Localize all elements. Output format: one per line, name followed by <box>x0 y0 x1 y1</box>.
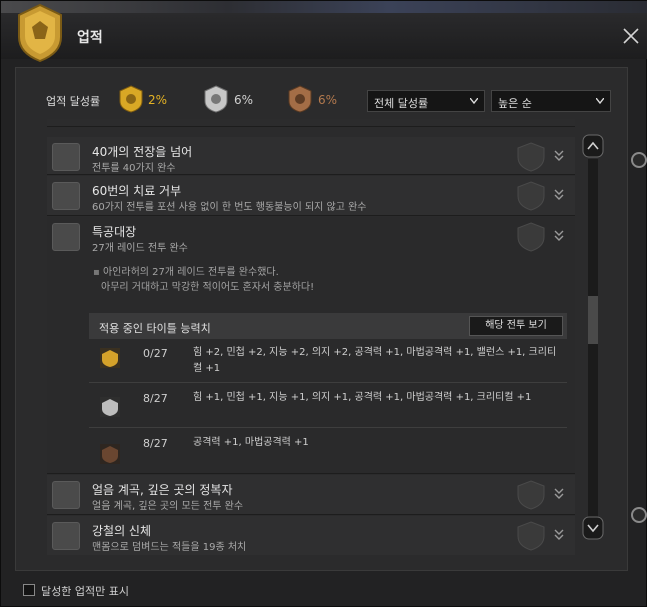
close-icon[interactable] <box>620 25 642 47</box>
filter-select-value: 전체 달성률 <box>374 97 429 110</box>
view-battle-button[interactable]: 해당 전투 보기 <box>469 316 563 336</box>
achievement-title: 특공대장 <box>92 225 137 239</box>
bronze-tier-icon <box>100 444 120 464</box>
achievement-title: 강철의 신체 <box>92 524 152 538</box>
achievement-badge-icon <box>52 481 80 509</box>
achieved-only-label: 달성한 업적만 표시 <box>41 585 129 598</box>
empty-shield-icon <box>517 142 545 172</box>
chevron-down-icon <box>470 98 478 104</box>
expand-chevron-icon[interactable] <box>553 528 565 542</box>
tier-progress: 8/27 <box>143 437 168 450</box>
side-handle-icon <box>631 152 647 168</box>
tier-progress: 0/27 <box>143 347 168 360</box>
title-tier-row: 8/27 공격력 +1, 마법공격력 +1 <box>89 429 567 473</box>
achievement-subtitle: 60가지 전투를 포션 사용 없이 한 번도 행동불능이 되지 않고 완수 <box>92 202 367 213</box>
silver-percent: 6% <box>234 93 254 107</box>
scroll-down-icon[interactable] <box>581 515 605 541</box>
tier-stats: 힘 +2, 민첩 +2, 지능 +2, 의지 +2, 공격력 +1, 마법공격력… <box>193 347 557 374</box>
achievement-badge-icon <box>52 182 80 210</box>
list-item[interactable]: 강철의 신체 맨몸으로 덤벼드는 적들을 19종 처치 <box>47 516 575 555</box>
achievement-subtitle: 27개 레이드 전투 완수 <box>92 243 188 254</box>
achievement-emblem-icon <box>18 3 62 63</box>
title-tier-row: 8/27 힘 +1, 민첩 +1, 지능 +1, 의지 +1, 공격력 +1, … <box>89 384 567 428</box>
scroll-up-icon[interactable] <box>581 133 605 159</box>
achievement-window: 업적 업적 달성률 2% 6% 6% 전체 달성률 높은 순 40개의 전장을 … <box>0 0 647 607</box>
achievement-subtitle: 맨몸으로 덤벼드는 적들을 19종 처치 <box>92 542 247 553</box>
achievement-description: ▪ 아인라허의 27개 레이드 전투를 완수했다. 아무리 거대하고 막강한 적… <box>93 265 314 295</box>
sort-select[interactable]: 높은 순 <box>491 90 611 112</box>
expand-chevron-icon[interactable] <box>553 229 565 243</box>
sort-select-value: 높은 순 <box>498 97 532 110</box>
gold-medal-icon <box>119 85 143 113</box>
list-item[interactable]: 40개의 전장을 넘어 전투를 40가지 완수 <box>47 137 575 175</box>
achievement-subtitle: 얼음 계곡, 깊은 곳의 모든 전투 완수 <box>92 501 244 512</box>
empty-shield-icon <box>517 222 545 252</box>
achievement-subtitle: 전투를 40가지 완수 <box>92 163 176 174</box>
summary-label: 업적 달성률 <box>46 95 101 108</box>
bronze-percent: 6% <box>318 93 338 107</box>
tier-stats: 힘 +1, 민첩 +1, 지능 +1, 의지 +1, 공격력 +1, 마법공격력… <box>193 392 532 403</box>
title-tier-row: 0/27 힘 +2, 민첩 +2, 지능 +2, 의지 +2, 공격력 +1, … <box>89 339 567 383</box>
achievement-badge-icon <box>52 522 80 550</box>
gold-percent: 2% <box>148 93 168 107</box>
expand-chevron-icon[interactable] <box>553 149 565 163</box>
list-item[interactable]: 60번의 치료 거부 60가지 전투를 포션 사용 없이 한 번도 행동불능이 … <box>47 176 575 216</box>
bronze-medal-icon <box>288 85 312 113</box>
achievement-summary: 업적 달성률 2% 6% 6% 전체 달성률 높은 순 <box>35 81 616 117</box>
empty-shield-icon <box>517 181 545 211</box>
tier-progress: 8/27 <box>143 392 168 405</box>
quote-line-1: 아인라허의 27개 레이드 전투를 완수했다. <box>102 267 279 278</box>
expand-chevron-icon[interactable] <box>553 487 565 501</box>
empty-shield-icon <box>517 521 545 551</box>
title-stats-header: 적용 중인 타이틀 능력치 해당 전투 보기 <box>89 313 567 339</box>
chevron-down-icon <box>596 98 604 104</box>
tier-stats: 공격력 +1, 마법공격력 +1 <box>193 437 309 448</box>
silver-tier-icon <box>100 397 120 417</box>
scrollbar-thumb[interactable] <box>588 296 598 344</box>
empty-shield-icon <box>517 480 545 510</box>
filter-select[interactable]: 전체 달성률 <box>367 90 485 112</box>
list-item[interactable]: 얼음 계곡, 깊은 곳의 정복자 얼음 계곡, 깊은 곳의 모든 전투 완수 <box>47 475 575 515</box>
achievement-title: 40개의 전장을 넘어 <box>92 145 193 159</box>
title-stats-label: 적용 중인 타이틀 능력치 <box>99 322 211 335</box>
window-title: 업적 <box>77 30 103 46</box>
achievement-title: 얼음 계곡, 깊은 곳의 정복자 <box>92 483 233 497</box>
side-handle-icon <box>631 507 647 523</box>
quote-line-2: 아무리 거대하고 막강한 적이어도 혼자서 충분하다! <box>101 282 315 293</box>
achievement-badge-icon <box>52 223 80 251</box>
achieved-only-checkbox[interactable] <box>23 584 35 596</box>
achievement-list: 40개의 전장을 넘어 전투를 40가지 완수 60번의 치료 거부 60가지 … <box>47 119 575 555</box>
silver-medal-icon <box>204 85 228 113</box>
title-stats-box: 적용 중인 타이틀 능력치 해당 전투 보기 0/27 힘 +2, 민첩 +2,… <box>89 313 567 473</box>
expand-chevron-icon[interactable] <box>553 188 565 202</box>
gold-tier-icon <box>100 348 120 368</box>
list-item-expanded[interactable]: 특공대장 27개 레이드 전투 완수 ▪ 아인라허의 27개 레이드 전투를 완… <box>47 217 575 474</box>
list-item-partial <box>47 119 575 127</box>
quote-bullet: ▪ <box>93 267 103 278</box>
achievement-badge-icon <box>52 143 80 171</box>
achievement-title: 60번의 치료 거부 <box>92 184 182 198</box>
